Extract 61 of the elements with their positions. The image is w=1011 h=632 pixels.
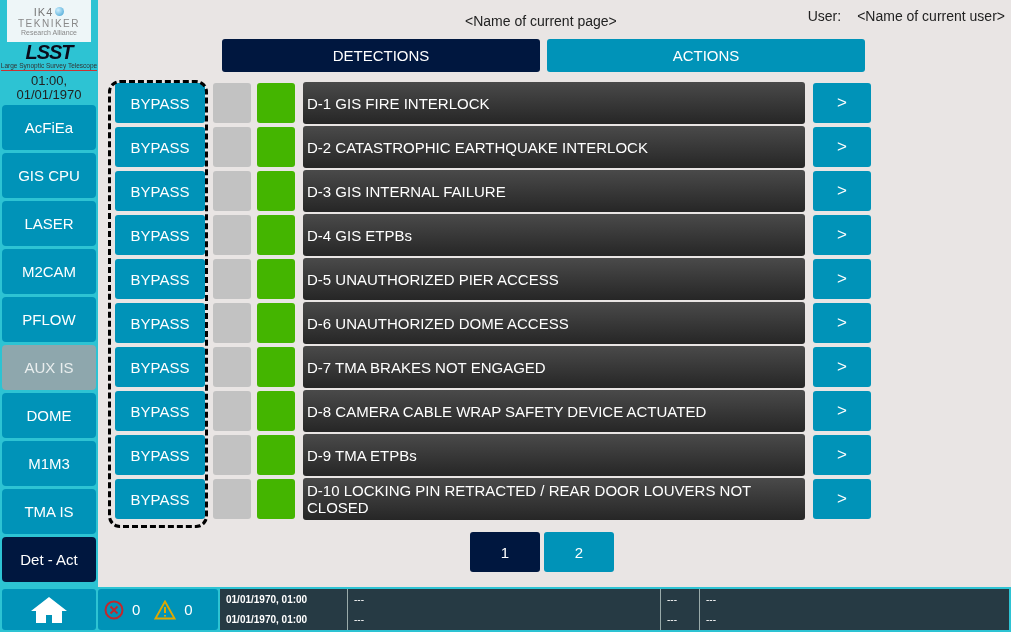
detection-title: D-8 CAMERA CABLE WRAP SAFETY DEVICE ACTUATED	[303, 390, 805, 432]
warning-icon	[154, 599, 177, 620]
detection-title: D-4 GIS ETPBs	[303, 214, 805, 256]
sidebar-item[interactable]: LASER	[2, 201, 96, 246]
detection-title: D-6 UNAUTHORIZED DOME ACCESS	[303, 302, 805, 344]
tab[interactable]: DETECTIONS	[222, 39, 540, 72]
sidebar-item[interactable]: TMA IS	[2, 489, 96, 534]
bypass-button[interactable]: BYPASS	[115, 127, 205, 167]
bypass-button[interactable]: BYPASS	[115, 391, 205, 431]
sidebar-item[interactable]: AcFiEa	[2, 105, 96, 150]
sidebar-item[interactable]: M2CAM	[2, 249, 96, 294]
detection-title: D-1 GIS FIRE INTERLOCK	[303, 82, 805, 124]
details-button[interactable]: >	[813, 171, 871, 211]
details-button[interactable]: >	[813, 215, 871, 255]
warning-count: 0	[184, 601, 193, 618]
bypass-button[interactable]: BYPASS	[115, 259, 205, 299]
details-button[interactable]: >	[813, 83, 871, 123]
page-title: <Name of current page>	[465, 13, 617, 29]
details-button[interactable]: >	[813, 259, 871, 299]
tab[interactable]: ACTIONS	[547, 39, 865, 72]
bypass-button[interactable]: BYPASS	[115, 215, 205, 255]
sidebar-item[interactable]: DOME	[2, 393, 96, 438]
log-detail: ---	[706, 593, 717, 605]
bypass-button[interactable]: BYPASS	[115, 347, 205, 387]
log-message: ---	[354, 614, 365, 626]
bypass-button[interactable]: BYPASS	[115, 479, 205, 519]
user-label: User:	[807, 8, 842, 24]
log-code: ---	[667, 614, 678, 626]
error-count: 0	[132, 601, 141, 618]
bypass-button[interactable]: BYPASS	[115, 171, 205, 211]
details-button[interactable]: >	[813, 391, 871, 431]
sidebar-item[interactable]: M1M3	[2, 441, 96, 486]
home-button[interactable]	[2, 589, 96, 630]
page-button[interactable]: 1	[470, 532, 540, 572]
sidebar-item[interactable]: PFLOW	[2, 297, 96, 342]
log-time: 01/01/1970, 01:00	[226, 614, 309, 626]
bypass-button[interactable]: BYPASS	[115, 435, 205, 475]
error-icon	[104, 599, 124, 620]
page-button[interactable]: 2	[544, 532, 614, 572]
log-time: 01/01/1970, 01:00	[226, 593, 309, 605]
log-detail: ---	[706, 614, 717, 626]
detection-title: D-3 GIS INTERNAL FAILURE	[303, 170, 805, 212]
details-button[interactable]: >	[813, 127, 871, 167]
details-button[interactable]: >	[813, 347, 871, 387]
details-button[interactable]: >	[813, 479, 871, 519]
bypass-button[interactable]: BYPASS	[115, 83, 205, 123]
detection-title: D-10 LOCKING PIN RETRACTED / REAR DOOR LOUVERS NOT CLOSED	[303, 478, 805, 520]
details-button[interactable]: >	[813, 303, 871, 343]
details-button[interactable]: >	[813, 435, 871, 475]
detection-title: D-2 CATASTROPHIC EARTHQUAKE INTERLOCK	[303, 126, 805, 168]
sidebar-item[interactable]: GIS CPU	[2, 153, 96, 198]
bypass-button[interactable]: BYPASS	[115, 303, 205, 343]
home-icon	[30, 595, 68, 624]
detection-title: D-5 UNAUTHORIZED PIER ACCESS	[303, 258, 805, 300]
sidebar-item[interactable]: Det - Act	[2, 537, 96, 582]
detection-title: D-7 TMA BRAKES NOT ENGAGED	[303, 346, 805, 388]
clock-text: 01:00, 01/01/1970	[15, 74, 83, 102]
log-message: ---	[354, 593, 365, 605]
user-name: <Name of current user>	[857, 8, 1005, 24]
log-code: ---	[667, 593, 678, 605]
detection-title: D-9 TMA ETPBs	[303, 434, 805, 476]
